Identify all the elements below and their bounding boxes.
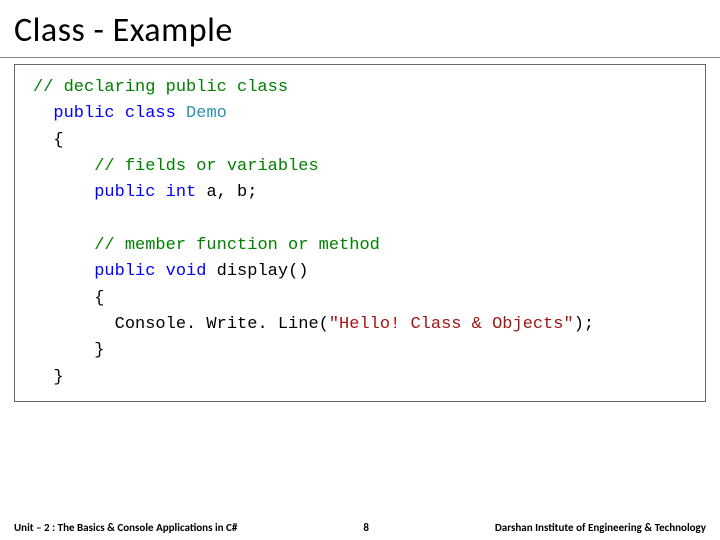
code-keyword: int: [166, 183, 197, 202]
title-divider: [0, 57, 720, 58]
code-text: display(): [206, 262, 308, 281]
code-string: "Hello! Class & Objects": [329, 315, 574, 334]
code-brace: }: [53, 368, 63, 387]
code-keyword: public: [53, 104, 114, 123]
code-keyword: public: [94, 183, 155, 202]
code-brace: }: [94, 341, 104, 360]
code-keyword: void: [166, 262, 207, 281]
footer-institute: Darshan Institute of Engineering & Techn…: [495, 521, 706, 534]
slide: Class - Example // declaring public clas…: [0, 0, 720, 540]
code-keyword: public: [94, 262, 155, 281]
code-text: );: [574, 315, 594, 334]
code-comment: // fields or variables: [94, 157, 318, 176]
code-brace: {: [53, 131, 63, 150]
footer-page-number: 8: [336, 521, 396, 534]
code-keyword: class: [125, 104, 176, 123]
slide-footer: Unit – 2 : The Basics & Console Applicat…: [0, 521, 720, 534]
footer-unit: Unit – 2 : The Basics & Console Applicat…: [14, 521, 237, 534]
code-text: a, b;: [196, 183, 257, 202]
code-comment: // declaring public class: [33, 78, 288, 97]
code-brace: {: [94, 289, 104, 308]
code-text: Console. Write. Line(: [94, 315, 329, 334]
code-example-box: // declaring public class public class D…: [14, 64, 706, 402]
slide-title: Class - Example: [0, 0, 720, 57]
code-type: Demo: [186, 104, 227, 123]
code-block: // declaring public class public class D…: [33, 75, 691, 391]
code-comment: // member function or method: [94, 236, 380, 255]
